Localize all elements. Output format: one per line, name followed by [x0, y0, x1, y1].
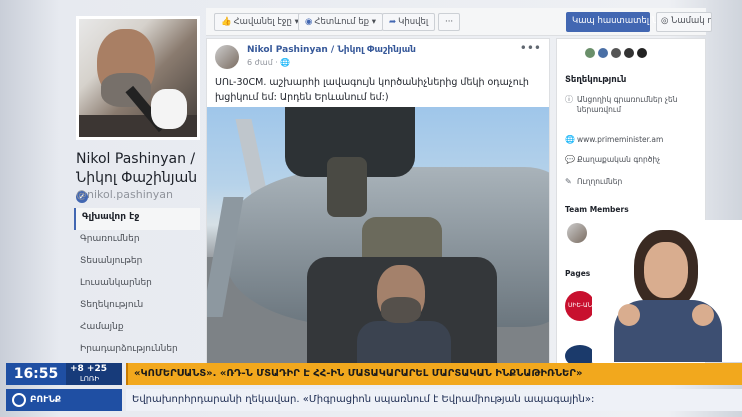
edit-icon: ✎ — [565, 177, 572, 186]
team-title: Team Members — [565, 205, 629, 214]
rear-seat — [327, 157, 367, 217]
about-info-text: Անցողիկ գրառումներ չեն ներառվում — [577, 95, 678, 114]
post-card: Nikol Pashinyan / Նիկոլ Փաշինյան 6 ժամ ·… — [206, 38, 550, 369]
broadcast-clock: 16:55 — [6, 363, 66, 385]
post-menu-icon[interactable]: ••• — [520, 41, 541, 55]
website-link[interactable]: www.primeminister.am — [577, 135, 699, 145]
team-member-avatar[interactable] — [567, 223, 587, 243]
suggest-edits-link[interactable]: Ուղղումներ — [577, 177, 699, 187]
about-item-info: ⓘ Անցողիկ գրառումներ չեն ներառվում — [565, 95, 705, 115]
news-ticker: Եվրախորհրդարանի ղեկավար. «Միգրացիոն սպառ… — [126, 389, 742, 411]
liked-page-logo[interactable]: ՍԻԵ-ԱՆ — [565, 291, 595, 321]
post-timestamp[interactable]: 6 ժամ · 🌐 — [247, 58, 290, 67]
boxing-glove-icon — [151, 89, 187, 129]
channel-logo-icon — [12, 393, 26, 407]
globe-icon: 🌐 — [280, 58, 291, 67]
about-item-edit[interactable]: ✎ Ուղղումներ — [565, 177, 705, 187]
post-text: ՍՈւ-30СМ. աշխարհի լավագույն կործանիչների… — [215, 77, 529, 103]
nav-item-photos[interactable]: Լուսանկարներ — [74, 274, 200, 296]
channel-logo: ԲՈՒՆՔ — [6, 389, 122, 411]
post-photo[interactable] — [207, 107, 549, 369]
like-page-button[interactable]: 👍 Հավանել էջը ▾ — [214, 13, 306, 31]
about-title: Տեղեկություն — [565, 75, 627, 85]
more-options-button[interactable]: ··· — [438, 13, 461, 31]
interpreter-face — [644, 242, 688, 298]
follow-button[interactable]: ◉ Հետևում եք ▾ — [298, 13, 384, 31]
friend-avatar — [624, 48, 634, 58]
friend-avatar — [611, 48, 621, 58]
nav-item-about[interactable]: Տեղեկություն — [74, 296, 200, 318]
page-nav: Գլխավոր էջ Գրառումներ Տեսանյութեր Լուսան… — [74, 208, 200, 362]
interpreter-hand-right — [692, 304, 714, 326]
info-icon: ⓘ — [565, 95, 573, 104]
globe-icon: 🌐 — [565, 135, 575, 144]
messenger-icon: ◎ — [661, 16, 669, 26]
nav-item-events[interactable]: Իրադարձություններ — [74, 340, 200, 362]
post-author-avatar[interactable] — [215, 45, 239, 69]
share-label: Կիսվել — [398, 17, 429, 27]
nav-item-videos[interactable]: Տեսանյութեր — [74, 252, 200, 274]
contact-button[interactable]: Կապ հաստատել Նիկոլի հետ — [566, 12, 704, 32]
about-item-category: 💬 Քաղաքական գործիչ — [565, 155, 705, 165]
nav-item-community[interactable]: Համայնք — [74, 318, 200, 340]
friends-avatars[interactable] — [585, 43, 650, 58]
nav-item-posts[interactable]: Գրառումներ — [74, 230, 200, 252]
rss-icon: ◉ — [305, 17, 313, 27]
send-label: Նամակ ուղարկել — [671, 16, 711, 26]
friend-avatar — [637, 48, 647, 58]
send-message-button[interactable]: ◎ Նամակ ուղարկել — [656, 12, 712, 32]
share-icon: ➦ — [389, 17, 397, 27]
profile-photo[interactable] — [76, 16, 200, 140]
weather-city: ԼՈՌԻ — [80, 375, 100, 383]
about-item-website[interactable]: 🌐 www.primeminister.am — [565, 135, 705, 145]
page-name: Nikol Pashinyan / Նիկոլ Փաշինյան — [76, 151, 198, 186]
chat-icon: 💬 — [565, 155, 575, 164]
page-handle[interactable]: @nikol.pashinyan — [76, 188, 173, 201]
friend-avatar — [585, 48, 595, 58]
channel-name: ԲՈՒՆՔ — [30, 395, 62, 405]
sign-language-interpreter — [592, 220, 742, 362]
thumbs-up-icon: 👍 — [221, 17, 232, 27]
interpreter-hand-left — [618, 304, 640, 326]
pilot-suit — [357, 321, 451, 369]
weather-temps: +8 +25 — [70, 364, 108, 374]
pilot-beard — [381, 297, 421, 323]
page-action-bar: 👍 Հավանել էջը ▾ ◉ Հետևում եք ▾ ➦ Կիսվել ···… — [206, 8, 712, 36]
nav-item-home[interactable]: Գլխավոր էջ — [74, 208, 200, 230]
category-text: Քաղաքական գործիչ — [577, 155, 661, 164]
follow-label: Հետևում եք — [314, 17, 370, 27]
profile-column: Nikol Pashinyan / Նիկոլ Փաշինյան ✔ @niko… — [70, 12, 206, 368]
news-headline: «ԿՈՄԵՐՍԱՆՏ». «ՌԴ-Ն ՄՏԱԴԻՐ Է ՀՀ-ԻՆ ՄԱՏԱԿԱ… — [126, 363, 742, 385]
share-button[interactable]: ➦ Կիսվել — [382, 13, 436, 31]
friend-avatar — [598, 48, 608, 58]
weather-box: +8 +25 ԼՈՌԻ — [66, 363, 122, 385]
post-time-text: 6 ժամ — [247, 58, 273, 67]
post-author[interactable]: Nikol Pashinyan / Նիկոլ Փաշինյան — [247, 45, 416, 55]
like-label: Հավանել էջը — [233, 17, 292, 27]
